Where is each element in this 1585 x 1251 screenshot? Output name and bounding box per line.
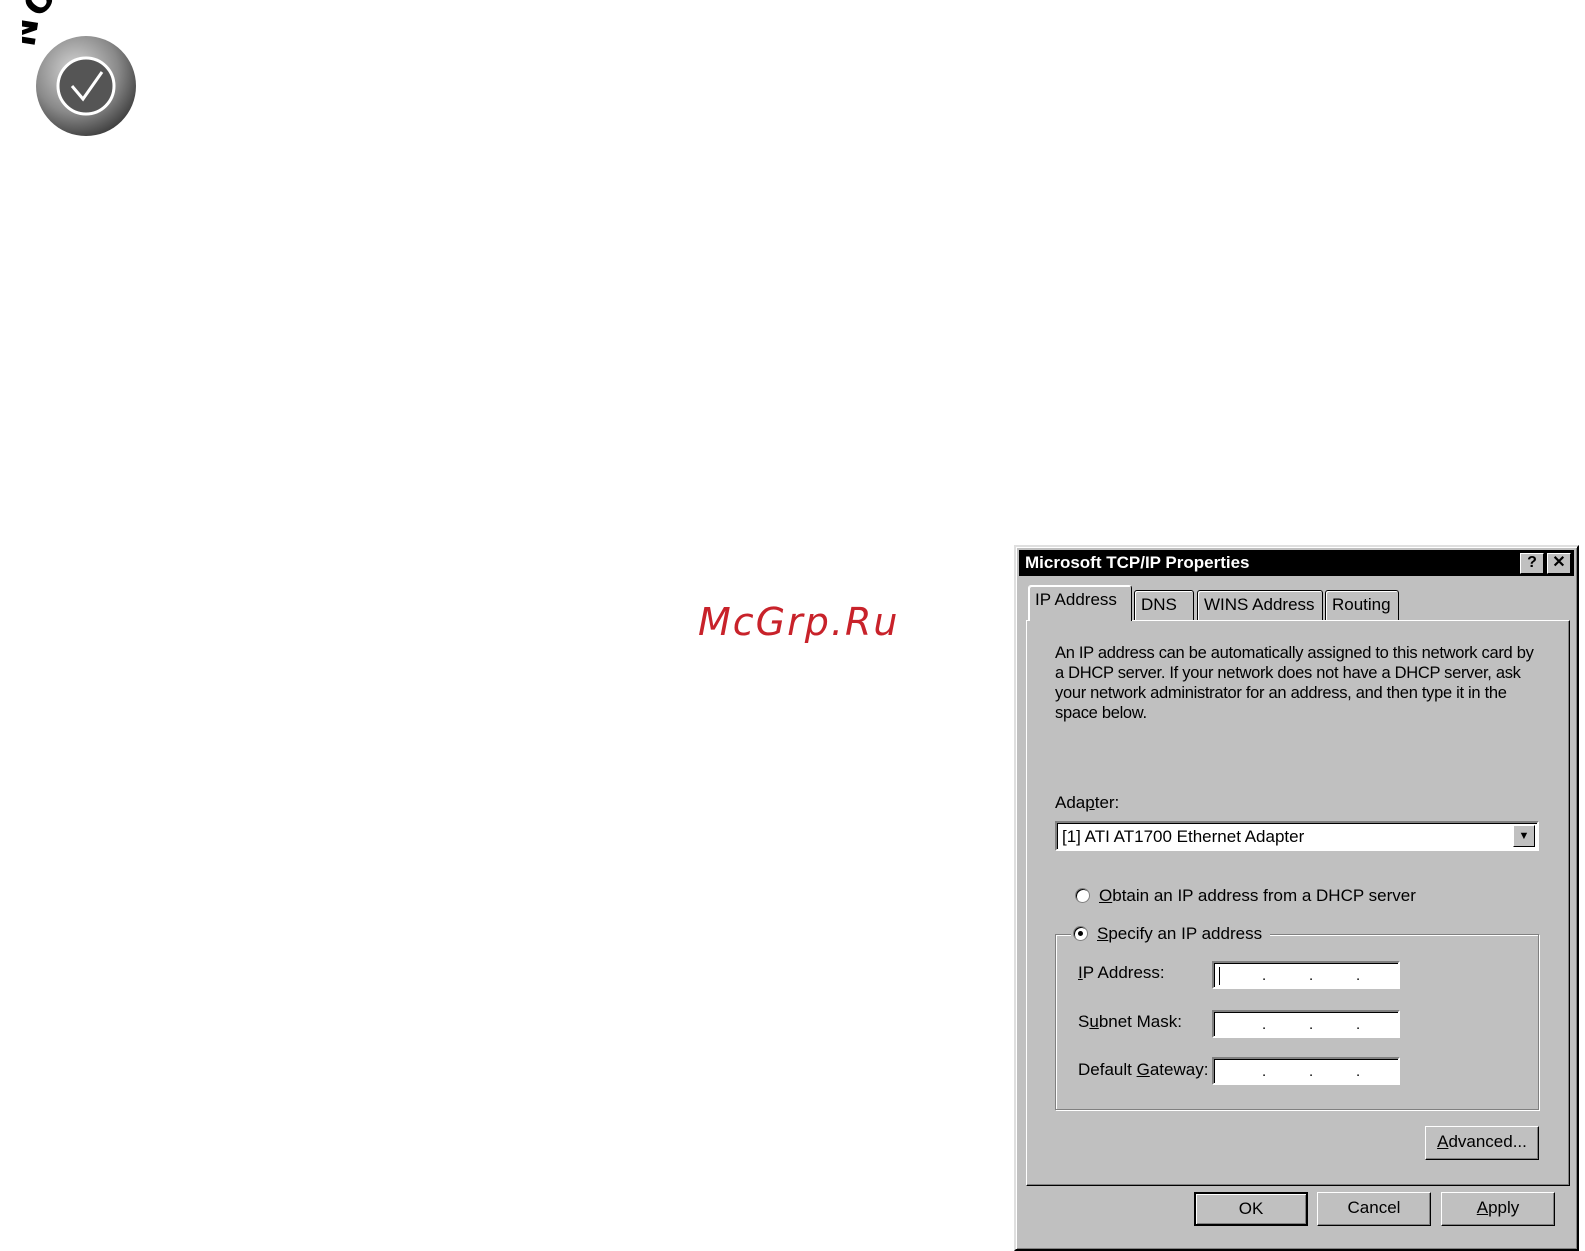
tcpip-properties-dialog: Microsoft TCP/IP Properties ? ✕ An IP ad… xyxy=(1014,545,1579,1251)
default-gateway-label: Default Gateway: xyxy=(1078,1060,1209,1079)
ip-address-input[interactable]: . . . xyxy=(1212,961,1400,989)
tab-routing[interactable]: Routing xyxy=(1325,590,1399,620)
subnet-mask-label: Subnet Mask: xyxy=(1078,1012,1182,1031)
apply-button[interactable]: Apply xyxy=(1441,1192,1555,1226)
advanced-button[interactable]: Advanced... xyxy=(1425,1126,1539,1160)
radio-specify-ip-label: Specify an IP address xyxy=(1097,924,1263,943)
radio-button-icon[interactable] xyxy=(1073,926,1088,941)
help-button[interactable]: ? xyxy=(1520,553,1544,574)
chevron-down-icon[interactable]: ▼ xyxy=(1513,825,1535,847)
title-bar[interactable]: Microsoft TCP/IP Properties ? ✕ xyxy=(1019,550,1574,576)
tab-wins-address[interactable]: WINS Address xyxy=(1197,590,1323,620)
cancel-button[interactable]: Cancel xyxy=(1317,1192,1431,1226)
window-title: Microsoft TCP/IP Properties xyxy=(1025,553,1250,572)
adapter-select[interactable]: [1] ATI AT1700 Ethernet Adapter ▼ xyxy=(1055,821,1539,851)
watermark: McGrp.Ru xyxy=(698,600,900,644)
adapter-value: [1] ATI AT1700 Ethernet Adapter xyxy=(1062,827,1305,846)
adapter-label: Adapter: xyxy=(1055,793,1120,812)
tab-panel-ip-address: An IP address can be automatically assig… xyxy=(1026,620,1570,1186)
specify-ip-group: IP Address: . . . Subnet Mask: . . . Def… xyxy=(1055,934,1539,1110)
tab-ip-address[interactable]: IP Address xyxy=(1028,585,1132,621)
default-gateway-input[interactable]: . . . xyxy=(1212,1057,1400,1085)
tab-dns[interactable]: DNS xyxy=(1134,590,1194,620)
subnet-mask-input[interactable]: . . . xyxy=(1212,1010,1400,1038)
note-badge-icon: NOTE xyxy=(22,0,136,136)
radio-obtain-dhcp[interactable]: Obtain an IP address from a DHCP server xyxy=(1075,885,1416,907)
radio-specify-ip[interactable]: Specify an IP address xyxy=(1071,923,1271,945)
radio-obtain-dhcp-label: Obtain an IP address from a DHCP server xyxy=(1099,886,1416,905)
close-button[interactable]: ✕ xyxy=(1547,553,1571,574)
ok-button[interactable]: OK xyxy=(1194,1192,1308,1226)
ip-address-label: IP Address: xyxy=(1078,963,1165,982)
intro-text: An IP address can be automatically assig… xyxy=(1055,644,1534,722)
radio-button-icon[interactable] xyxy=(1075,888,1090,903)
